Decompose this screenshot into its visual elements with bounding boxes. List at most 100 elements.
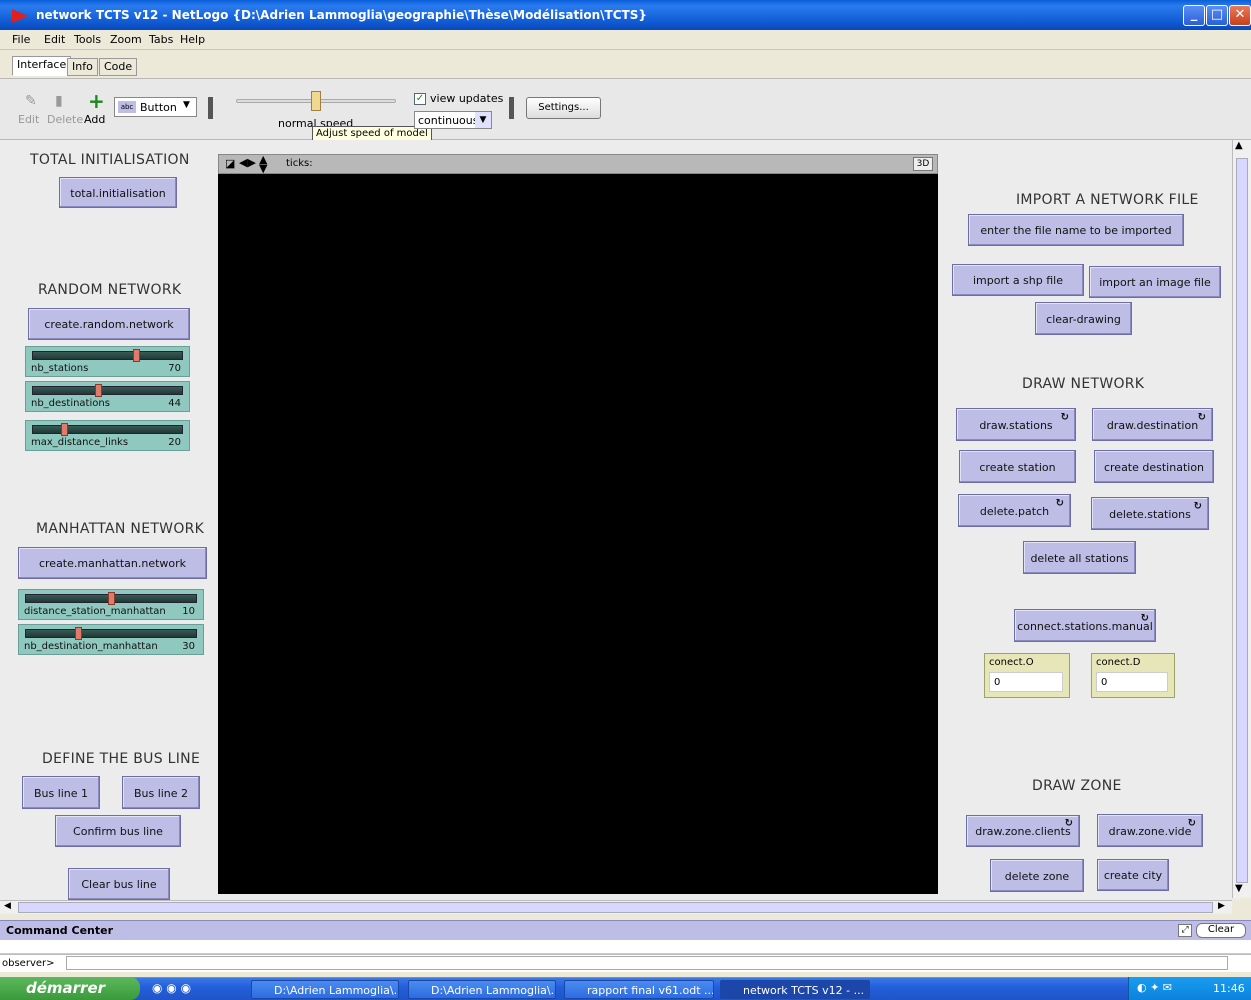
arrows-vertical-icon[interactable]: ▲ ▼ [259,154,267,174]
clear-drawing-button[interactable]: clear-drawing [1035,302,1132,335]
slider-value: 10 [182,606,195,617]
create-manhattan-network-button[interactable]: create.manhattan.network [18,547,207,579]
scroll-thumb[interactable] [18,902,1213,913]
import-shp-file-button[interactable]: import a shp file [952,264,1084,296]
delete-patch-button[interactable]: delete.patch ↻ [958,494,1071,527]
slider-distance-station-manhattan[interactable]: distance_station_manhattan 10 [18,589,204,620]
delete-stations-button[interactable]: delete.stations ↻ [1091,497,1209,530]
monitor-value: 0 [989,672,1063,692]
slider-value: 44 [168,398,181,409]
command-input[interactable] [66,956,1228,970]
world-view[interactable] [218,174,938,894]
slider-thumb[interactable] [95,384,103,397]
quick-launch-icons[interactable]: ◉ ◉ ◉ [152,981,191,995]
widget-type-select[interactable]: abc Button ▼ [114,97,197,117]
observer-prompt[interactable]: observer> [2,958,55,969]
clear-bus-line-button[interactable]: Clear bus line [68,868,170,900]
slider-thumb[interactable] [74,627,82,640]
tab-code[interactable]: Code [99,58,138,76]
settings-button[interactable]: Settings... [526,97,601,119]
chevron-down-icon: ▼ [183,100,190,110]
delete-button[interactable]: Delete [47,113,83,126]
update-mode-select[interactable]: continuous ▼ [414,111,492,129]
view-resize-icon[interactable]: ◪ [225,157,235,170]
import-image-file-button[interactable]: import an image file [1089,266,1221,298]
create-station-button[interactable]: create station [959,450,1076,483]
view-updates-checkbox[interactable]: ✓ [414,93,426,105]
slider-label: max_distance_links [31,437,129,448]
taskbar-item-document[interactable]: rapport final v61.odt ... [564,980,714,999]
arrows-horizontal-icon[interactable]: ◀▶ [239,156,256,169]
slider-label: distance_station_manhattan [24,606,166,617]
horizontal-scrollbar[interactable]: ◀ ▶ [0,900,1232,914]
slider-thumb[interactable] [60,423,68,436]
taskbar-item-folder[interactable]: D:\Adrien Lammoglia\... [251,980,399,999]
forever-loop-icon: ↻ [1197,412,1206,423]
confirm-bus-line-button[interactable]: Confirm bus line [55,815,181,847]
clock: 11:46 [1213,982,1245,995]
menu-file[interactable]: File [12,33,30,46]
monitor-label: conect.O [989,657,1034,668]
expand-icon[interactable]: ⤢ [1178,924,1192,937]
slider-nb-stations[interactable]: nb_stations 70 [25,346,190,377]
connect-stations-manual-button[interactable]: connect.stations.manual ↻ [1014,609,1156,642]
menu-edit[interactable]: Edit [44,33,65,46]
scroll-right-icon[interactable]: ▶ [1218,901,1225,911]
delete-zone-button[interactable]: delete zone [990,859,1084,892]
button-label: draw.zone.clients [975,825,1071,838]
draw-zone-vide-button[interactable]: draw.zone.vide ↻ [1097,814,1203,847]
scroll-down-icon[interactable]: ▼ [1235,883,1243,894]
slider-thumb[interactable] [107,592,115,605]
draw-zone-clients-button[interactable]: draw.zone.clients ↻ [966,815,1080,847]
slider-value: 70 [168,363,181,374]
clear-button[interactable]: Clear [1196,923,1246,938]
speed-slider-thumb[interactable] [311,91,321,111]
create-destination-button[interactable]: create destination [1094,450,1214,483]
draw-destination-button[interactable]: draw.destination ↻ [1092,408,1213,441]
draw-stations-button[interactable]: draw.stations ↻ [956,408,1076,441]
bus-line-2-button[interactable]: Bus line 2 [122,776,200,809]
menu-help[interactable]: Help [180,33,205,46]
command-center-bar: Command Center ⤢ Clear [0,920,1251,940]
create-random-network-button[interactable]: create.random.network [28,308,190,340]
ticks-label: ticks: [286,158,313,169]
add-button[interactable]: Add [84,113,105,126]
bus-line-1-button[interactable]: Bus line 1 [22,776,100,809]
slider-max-distance-links[interactable]: max_distance_links 20 [25,420,190,451]
button-label: draw.destination [1106,419,1199,432]
chevron-down-icon: ▼ [475,112,491,128]
view-updates-label: view updates [430,92,504,105]
scroll-left-icon[interactable]: ◀ [4,901,11,911]
taskbar-item-netlogo[interactable]: network TCTS v12 - ... [720,980,870,999]
scroll-up-icon[interactable]: ▲ [1235,140,1243,151]
enter-file-name-button[interactable]: enter the file name to be imported [968,214,1184,246]
minimize-button[interactable]: _ [1183,5,1205,26]
create-city-button[interactable]: create city [1097,859,1169,891]
start-button[interactable]: démarrer [0,977,140,1000]
slider-value: 20 [168,437,181,448]
delete-all-stations-button[interactable]: delete all stations [1023,541,1136,574]
menu-tabs[interactable]: Tabs [149,33,173,46]
tab-interface[interactable]: Interface [12,56,72,76]
menu-zoom[interactable]: Zoom [110,33,142,46]
button-widget-icon: abc [118,101,136,113]
close-button[interactable]: ✕ [1229,5,1251,26]
vertical-scrollbar[interactable]: ▲ ▼ [1232,140,1251,898]
slider-value: 30 [182,641,195,652]
tray-icons[interactable]: ◐ ✦ ✉ [1137,981,1172,994]
slider-nb-destinations[interactable]: nb_destinations 44 [25,381,190,412]
monitor-label: conect.D [1096,657,1141,668]
slider-thumb[interactable] [132,349,140,362]
edit-button[interactable]: Edit [18,113,39,126]
slider-nb-destination-manhattan[interactable]: nb_destination_manhattan 30 [18,624,204,655]
scroll-thumb[interactable] [1236,158,1248,883]
pencil-icon: ✎ [25,93,37,109]
taskbar-item-folder[interactable]: D:\Adrien Lammoglia\... [408,980,556,999]
toolbar-separator [208,97,213,119]
3d-view-button[interactable]: 3D [913,157,933,171]
forever-loop-icon: ↻ [1064,818,1073,829]
menu-tools[interactable]: Tools [74,33,101,46]
maximize-button[interactable]: □ [1206,5,1228,26]
total-initialisation-button[interactable]: total.initialisation [59,177,177,208]
tab-info[interactable]: Info [67,58,98,76]
